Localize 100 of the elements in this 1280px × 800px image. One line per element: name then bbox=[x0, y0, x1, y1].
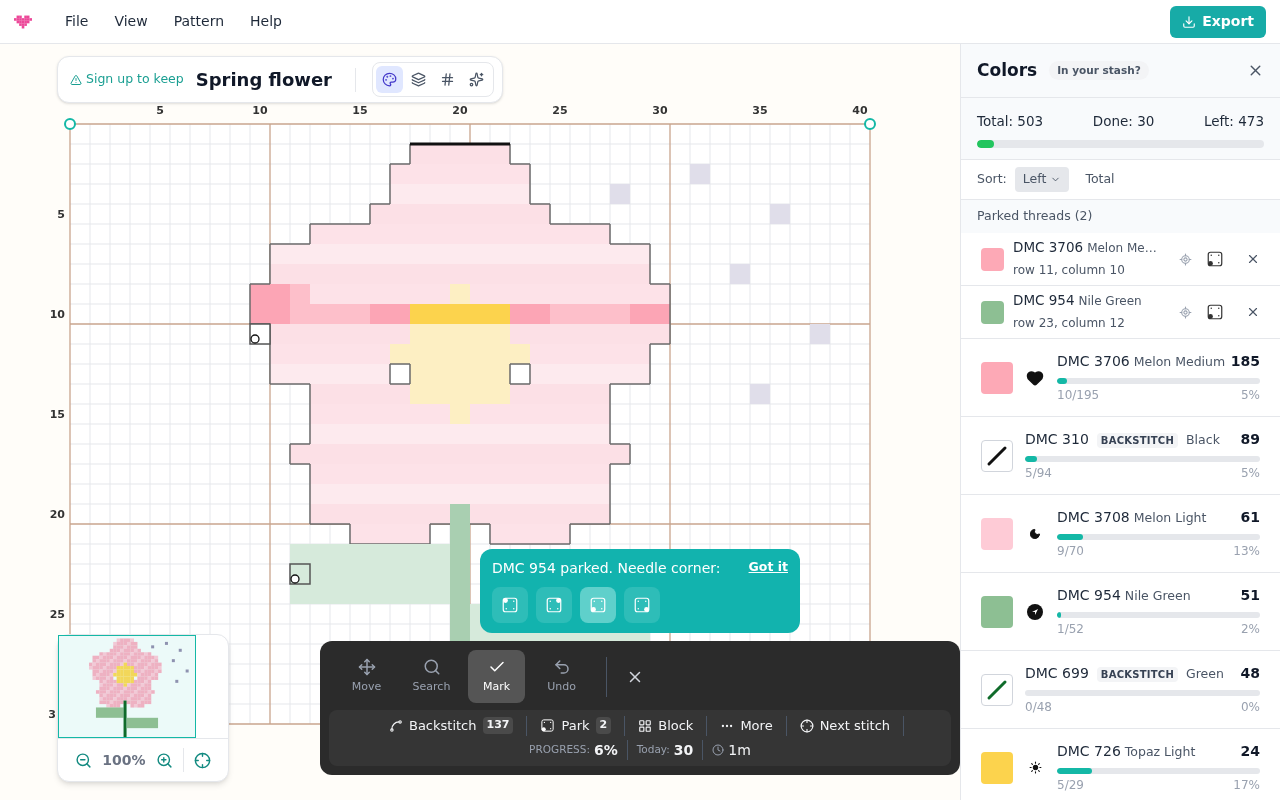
stitch-square bbox=[690, 164, 710, 184]
stitch-square bbox=[750, 384, 770, 404]
logo-heart-icon[interactable] bbox=[14, 14, 32, 29]
ruler-number: 3 bbox=[48, 708, 56, 721]
search-icon bbox=[422, 657, 441, 676]
close-icon bbox=[1246, 305, 1260, 319]
count-badge: 137 bbox=[482, 717, 514, 734]
resize-handle[interactable] bbox=[64, 118, 76, 130]
resize-handle[interactable] bbox=[864, 118, 876, 130]
locate-icon bbox=[1179, 305, 1192, 319]
thread-code: DMC 699 bbox=[1025, 664, 1089, 683]
zoom-out-button[interactable] bbox=[75, 751, 93, 769]
toolbar-action[interactable]: Block bbox=[625, 715, 707, 736]
stitches-left: 185 bbox=[1230, 352, 1260, 371]
needle-corner-icon bbox=[501, 596, 519, 614]
stitch-square bbox=[770, 204, 790, 224]
thread-name: Nile Green bbox=[1124, 587, 1191, 605]
menu-item[interactable]: Help bbox=[239, 7, 293, 36]
count-badge: 2 bbox=[595, 717, 612, 734]
needle-corner-button[interactable] bbox=[1206, 303, 1224, 321]
ruler-number: 25 bbox=[49, 608, 65, 621]
grid-icon bbox=[638, 718, 653, 733]
today-label: Today: bbox=[636, 742, 670, 758]
left-count: Left: 473 bbox=[1203, 112, 1264, 131]
undo-icon bbox=[552, 657, 571, 676]
stitches-left: 89 bbox=[1240, 430, 1260, 449]
parked-needle-marker[interactable] bbox=[289, 563, 311, 585]
unpark-button[interactable] bbox=[1246, 305, 1260, 319]
toolbar-action[interactable]: Park 2 bbox=[527, 715, 625, 736]
thread-name: Nile Green bbox=[1078, 292, 1142, 310]
locate-button[interactable] bbox=[1179, 252, 1192, 266]
tool-button[interactable]: Move bbox=[338, 650, 395, 703]
needle-corner-button[interactable] bbox=[1206, 250, 1224, 268]
toolbar-action[interactable]: Backstitch 137 bbox=[375, 715, 527, 736]
stitch-square bbox=[610, 184, 630, 204]
ruler-number: 15 bbox=[49, 408, 65, 421]
clock-icon bbox=[712, 744, 725, 756]
ruler-number: 5 bbox=[156, 104, 164, 117]
view-mode-button[interactable] bbox=[376, 66, 403, 93]
parked-threads-heading: Parked threads (2) bbox=[977, 207, 1093, 226]
moon-symbol-icon bbox=[1029, 527, 1041, 540]
needle-corner-icon bbox=[589, 596, 607, 614]
zoom-in-button[interactable] bbox=[155, 751, 173, 769]
thread-progress-percent: 0% bbox=[1240, 699, 1260, 716]
menu-item[interactable]: View bbox=[103, 7, 159, 36]
thread-progress-percent: 2% bbox=[1240, 621, 1260, 638]
thread-name: Melon Me… bbox=[1087, 239, 1157, 257]
locate-button[interactable] bbox=[1179, 305, 1192, 319]
sort-option[interactable]: Total bbox=[1077, 167, 1123, 192]
parked-needle-marker[interactable] bbox=[249, 323, 271, 345]
backstitch-tag: BACKSTITCH bbox=[1096, 433, 1179, 448]
zoom-out-icon bbox=[75, 751, 93, 769]
toolbar-action[interactable]: Next stitch bbox=[786, 715, 904, 736]
menu-item[interactable]: File bbox=[54, 7, 100, 36]
tool-button[interactable]: Mark bbox=[468, 650, 525, 703]
done-count: Done: 30 bbox=[1092, 112, 1155, 131]
thread-progress-percent: 5% bbox=[1240, 465, 1260, 482]
thread-progress-percent: 17% bbox=[1233, 777, 1260, 794]
sort-option[interactable]: Left bbox=[1014, 167, 1070, 192]
menu-item[interactable]: Pattern bbox=[162, 7, 236, 36]
tool-button[interactable]: Search bbox=[403, 650, 460, 703]
sparkles-icon bbox=[469, 72, 484, 87]
thread-code: DMC 954 bbox=[1057, 586, 1121, 605]
thread-progress-count: 1/52 bbox=[1057, 621, 1084, 638]
thread-code: DMC 726 bbox=[1057, 742, 1121, 761]
parked-position: row 11, column 10 bbox=[1013, 263, 1125, 278]
download-icon bbox=[1182, 14, 1197, 29]
needle-corner-icon bbox=[540, 718, 556, 733]
thread-code: DMC 954 bbox=[1013, 290, 1075, 310]
panel-title: Colors bbox=[977, 58, 1038, 82]
move-icon bbox=[357, 657, 376, 676]
crosshair-icon bbox=[193, 751, 211, 769]
stitches-left: 51 bbox=[1240, 586, 1260, 605]
warning-icon bbox=[70, 73, 82, 86]
stash-badge[interactable]: In your stash? bbox=[1049, 60, 1149, 81]
thread-progress-percent: 5% bbox=[1240, 387, 1260, 404]
thread-progress-percent: 13% bbox=[1233, 543, 1260, 560]
unpark-button[interactable] bbox=[1246, 252, 1260, 266]
thread-code: DMC 3706 bbox=[1057, 352, 1130, 371]
sort-label: Sort: bbox=[977, 170, 1007, 189]
progress-label: PROGRESS: bbox=[529, 742, 590, 758]
thread-name: Topaz Light bbox=[1124, 743, 1196, 761]
thread-name: Melon Medium bbox=[1133, 353, 1226, 371]
thread-code: DMC 310 bbox=[1025, 430, 1089, 449]
sun-symbol-icon bbox=[1028, 761, 1042, 774]
thread-progress-count: 0/48 bbox=[1025, 699, 1052, 716]
toolbar-action[interactable]: More bbox=[707, 715, 786, 736]
ruler-number: 10 bbox=[252, 104, 268, 117]
stitches-left: 61 bbox=[1240, 508, 1260, 527]
thread-progress-count: 5/94 bbox=[1025, 465, 1052, 482]
total-count: Total: 503 bbox=[977, 112, 1044, 131]
thread-progress-count: 9/70 bbox=[1057, 543, 1084, 560]
arrow-circle-symbol-icon bbox=[1027, 603, 1043, 620]
recenter-button[interactable] bbox=[193, 751, 211, 769]
thread-progress-count: 10/195 bbox=[1057, 387, 1100, 404]
minimap-drawing[interactable] bbox=[58, 635, 196, 738]
layers-icon bbox=[411, 72, 426, 87]
ruler-number: 30 bbox=[652, 104, 668, 117]
tool-button[interactable]: Undo bbox=[533, 650, 590, 703]
palette-icon bbox=[382, 72, 397, 87]
